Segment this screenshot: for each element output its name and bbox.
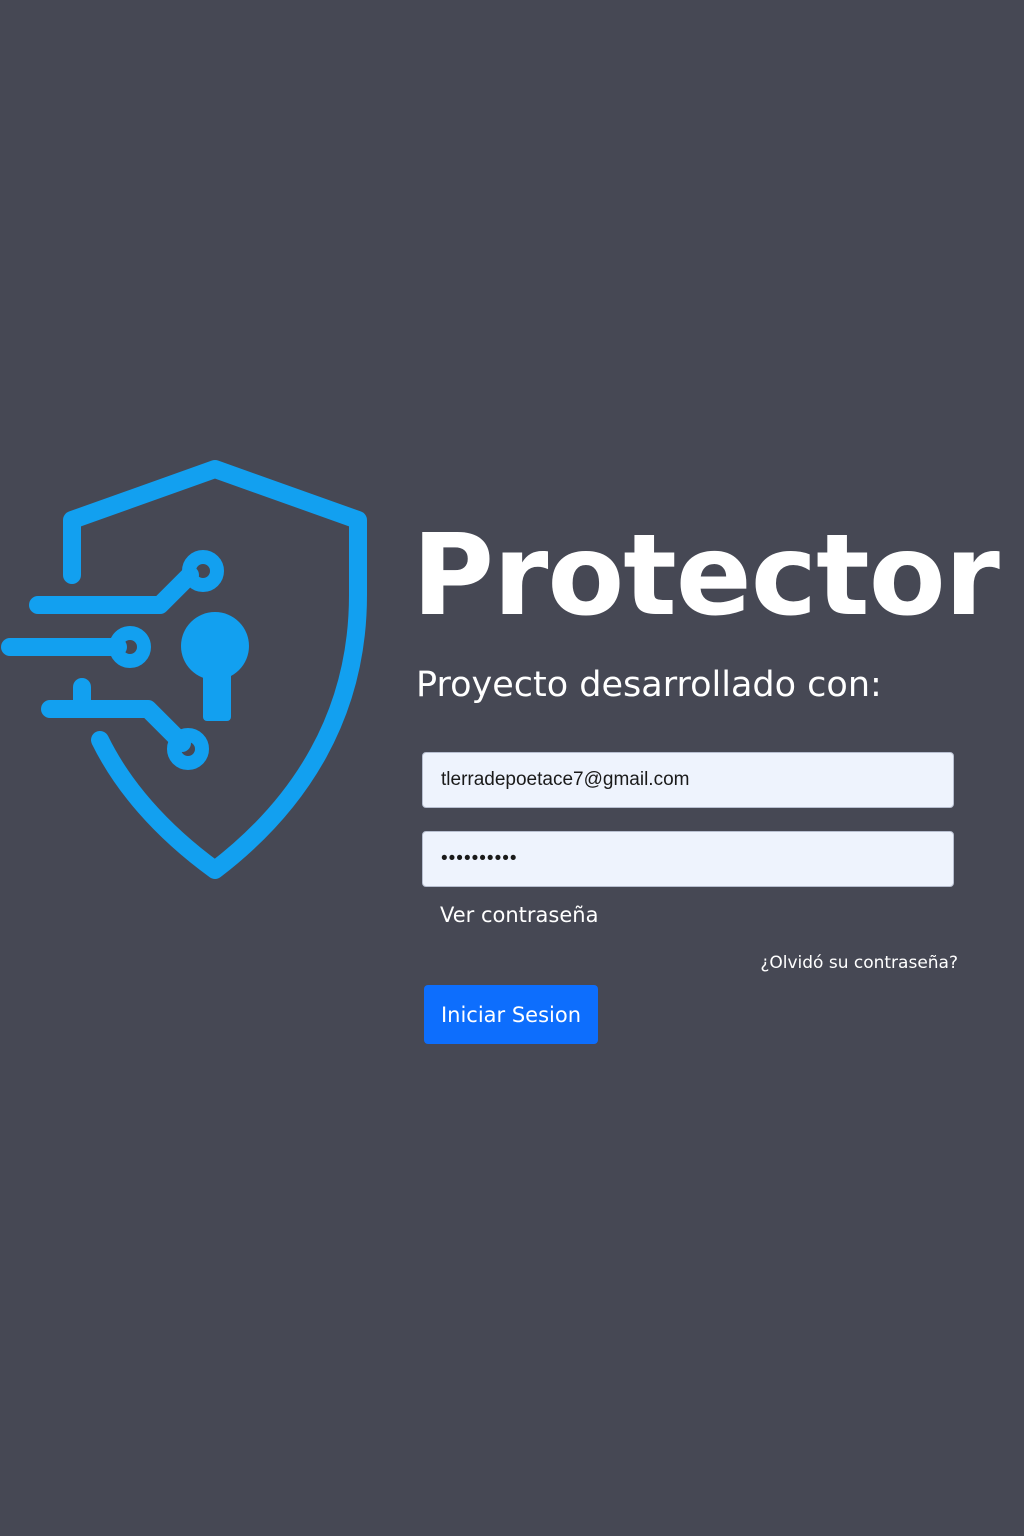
forgot-password-link[interactable]: ¿Olvidó su contraseña? — [760, 953, 958, 973]
login-button[interactable]: Iniciar Sesion — [424, 985, 598, 1044]
brand-subtitle: Proyecto desarrollado con: — [416, 665, 882, 705]
login-page: Protector Proyecto desarrollado con: Ver… — [0, 0, 1024, 1536]
email-field[interactable] — [422, 752, 954, 808]
show-password-toggle[interactable]: Ver contraseña — [440, 903, 598, 927]
shield-keyhole-circuit-icon — [1, 460, 367, 879]
password-field[interactable] — [422, 831, 954, 887]
brand-title: Protector — [412, 511, 1000, 641]
